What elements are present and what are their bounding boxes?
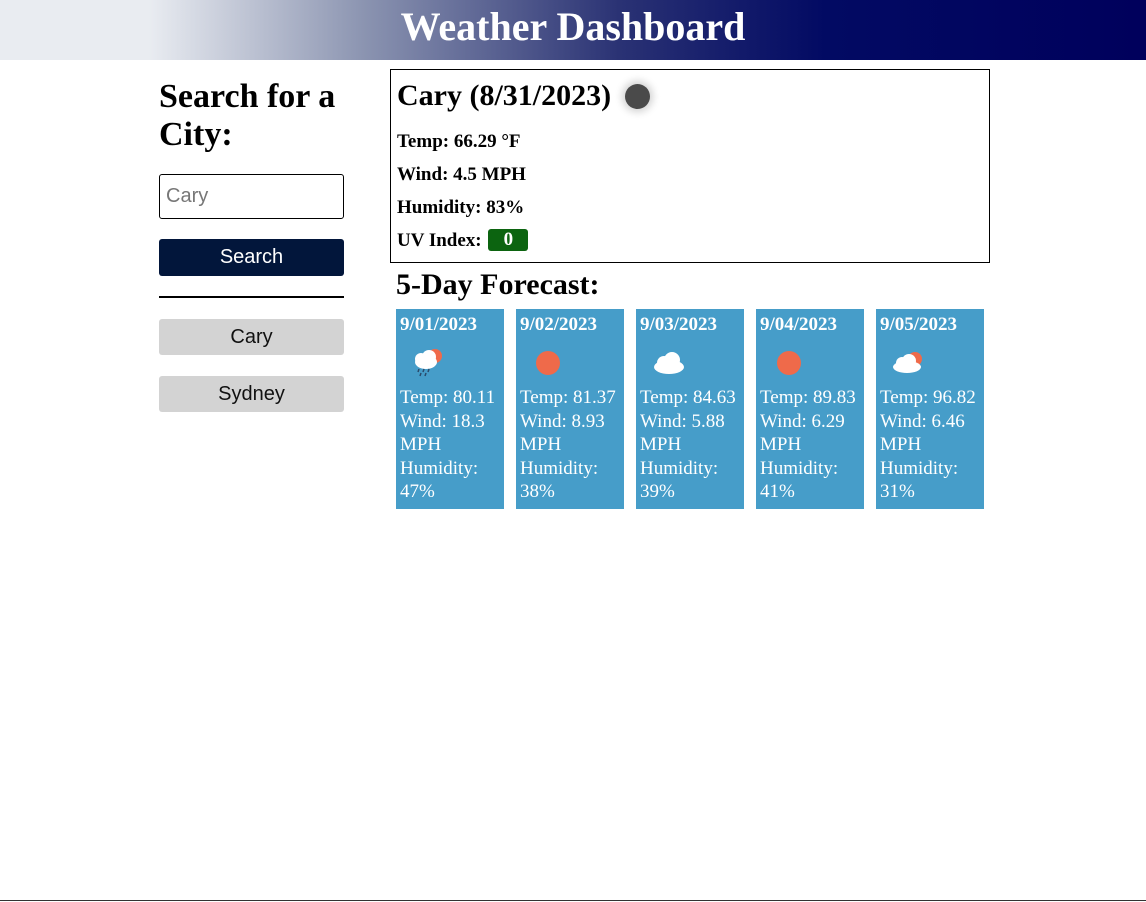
forecast-humidity: 39% (640, 481, 675, 502)
sun-icon (760, 336, 864, 386)
forecast-humidity-label: Humidity: (400, 457, 479, 479)
forecast-temp: Temp: 80.11 (400, 387, 496, 408)
forecast-humidity: 47% (400, 481, 435, 502)
rain-cloud-icon (400, 336, 504, 386)
forecast-card: 9/03/2023 Temp: 84.63 Wind: 5.88 MPH Hum… (636, 309, 744, 509)
forecast-date: 9/02/2023 (520, 314, 598, 335)
page-title: Weather Dashboard (400, 4, 746, 49)
forecast-temp: Temp: 89.83 (760, 387, 856, 408)
forecast-humidity-label: Humidity: (640, 457, 719, 479)
forecast-wind: Wind: 6.29 (760, 410, 845, 432)
search-heading: Search for a City: (159, 78, 336, 153)
forecast-date: 9/04/2023 (760, 314, 838, 335)
city-search-input[interactable] (159, 174, 344, 219)
uv-index-badge: 0 (488, 228, 529, 251)
forecast-humidity-label: Humidity: (880, 457, 959, 479)
forecast-wind-unit: MPH (760, 434, 802, 455)
forecast-humidity: 31% (880, 481, 915, 502)
current-weather-panel: Cary (8/31/2023) Temp: 66.29 °F Wind: 4.… (390, 69, 990, 263)
sidebar-divider (159, 296, 344, 298)
forecast-card: 9/02/2023 Temp: 81.37 Wind: 8.93 MPH Hum… (516, 309, 624, 509)
forecast-wind-unit: MPH (880, 434, 922, 455)
forecast-temp: Temp: 84.63 (640, 387, 736, 408)
forecast-wind: Wind: 18.3 (400, 410, 485, 432)
forecast-humidity: 38% (520, 481, 555, 502)
uv-label: UV Index: (397, 230, 482, 251)
forecast-temp: Temp: 81.37 (520, 387, 616, 408)
forecast-humidity: 41% (760, 481, 795, 502)
current-humidity: Humidity: 83% (397, 197, 525, 218)
forecast-wind: Wind: 5.88 (640, 410, 725, 432)
cloud-icon (640, 336, 744, 386)
forecast-wind-unit: MPH (520, 434, 562, 455)
forecast-date: 9/01/2023 (400, 314, 478, 335)
footer-divider (0, 900, 1146, 901)
current-wind: Wind: 4.5 MPH (397, 164, 526, 185)
forecast-heading: 5-Day Forecast: (396, 268, 600, 301)
forecast-card: 9/04/2023 Temp: 89.83 Wind: 6.29 MPH Hum… (756, 309, 864, 509)
sun-icon (520, 336, 624, 386)
forecast-date: 9/03/2023 (640, 314, 718, 335)
search-button[interactable]: Search (159, 239, 344, 276)
forecast-date: 9/05/2023 (880, 314, 958, 335)
current-city-title: Cary (8/31/2023) (397, 79, 612, 112)
forecast-temp: Temp: 96.82 (880, 387, 976, 408)
history-button-sydney[interactable]: Sydney (159, 376, 344, 412)
history-button-cary[interactable]: Cary (159, 319, 344, 355)
partly-cloudy-icon (880, 336, 984, 386)
forecast-card: 9/01/2023 Temp: 80.11 Wind: 18.3 MPH Hum… (396, 309, 504, 509)
forecast-humidity-label: Humidity: (760, 457, 839, 479)
forecast-wind: Wind: 6.46 (880, 410, 965, 432)
search-sidebar: Search for a City: Search Cary Sydney (159, 78, 345, 412)
forecast-humidity-label: Humidity: (520, 457, 599, 479)
forecast-card: 9/05/2023 Temp: 96.82 Wind: 6.46 MPH Hum… (876, 309, 984, 509)
header-banner: Weather Dashboard (0, 0, 1146, 60)
forecast-wind-unit: MPH (400, 434, 442, 455)
current-uv-row: UV Index: 0 (397, 224, 989, 257)
moon-icon (625, 83, 651, 109)
forecast-wind-unit: MPH (640, 434, 682, 455)
forecast-wind: Wind: 8.93 (520, 410, 605, 432)
current-temp: Temp: 66.29 °F (397, 131, 521, 152)
